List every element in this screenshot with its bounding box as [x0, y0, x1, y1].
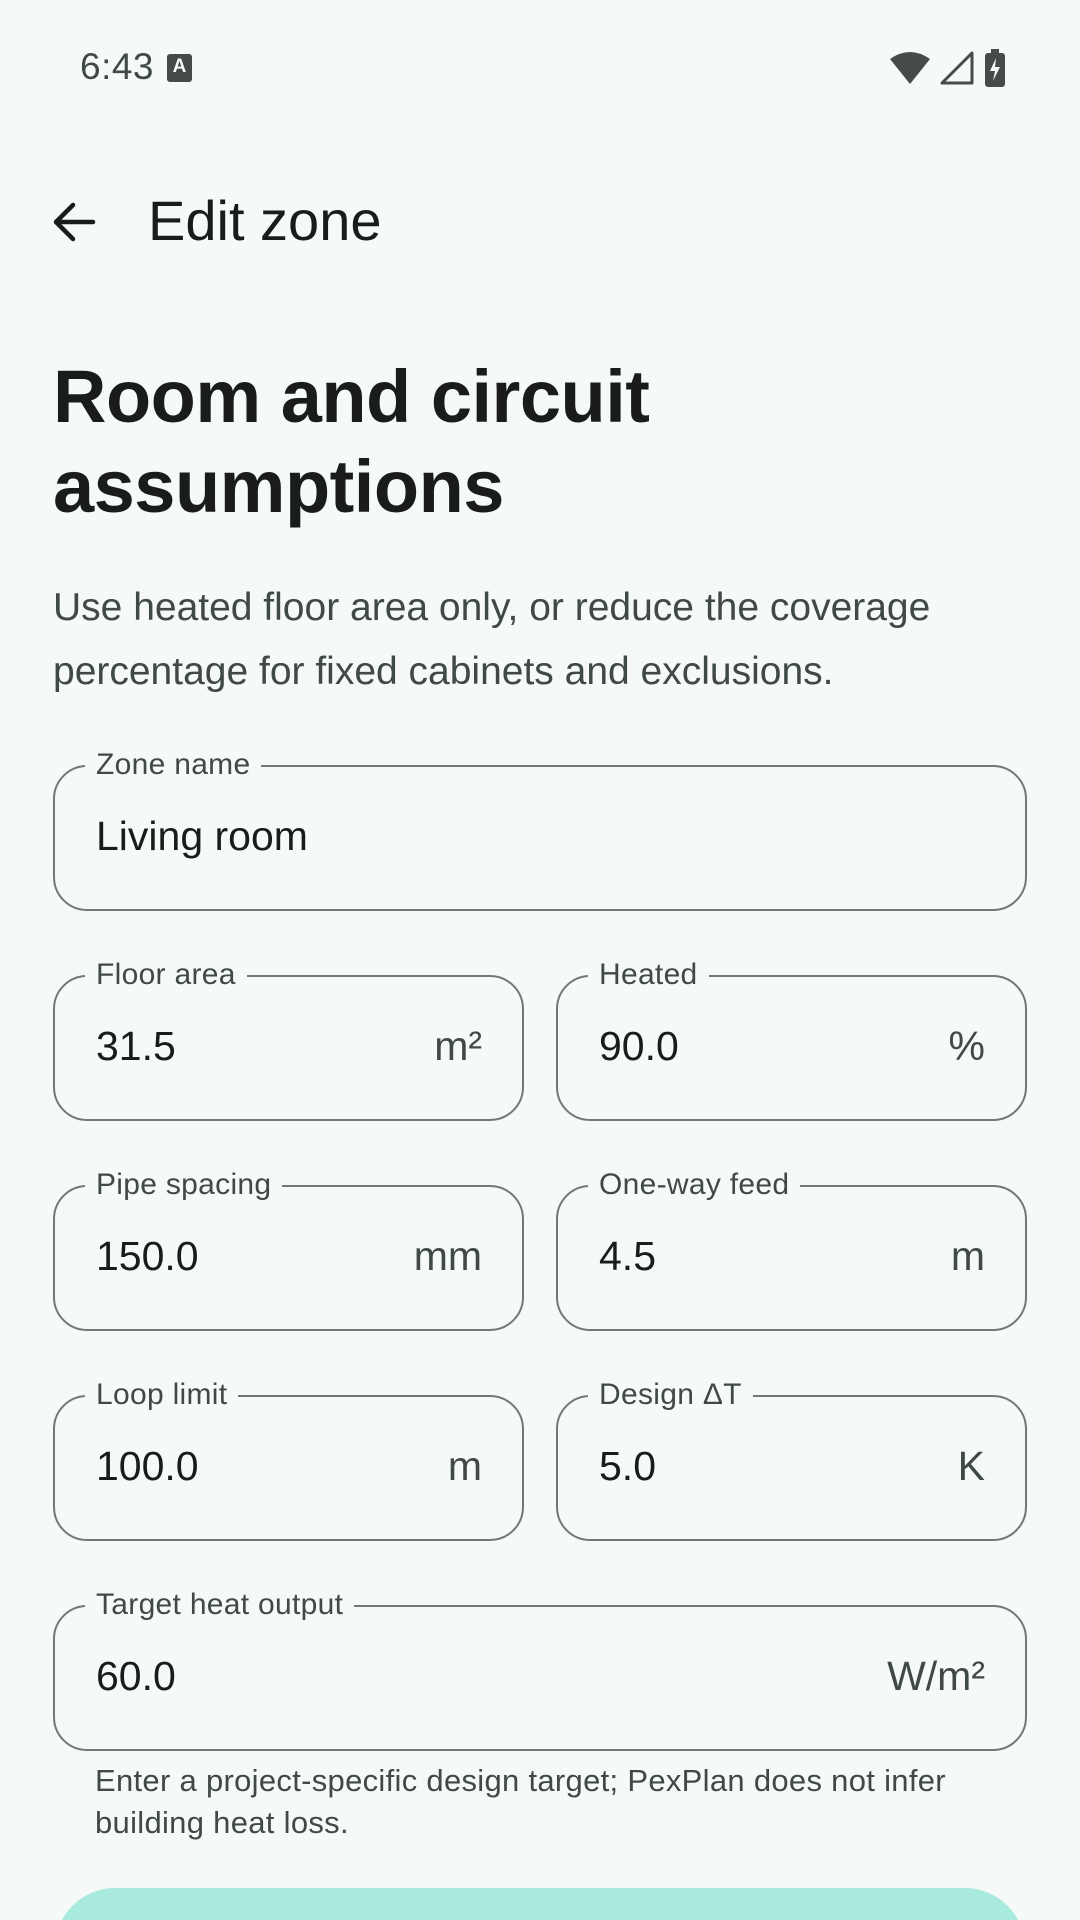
- floor-area-field[interactable]: Floor area 31.5 m²: [53, 955, 524, 1121]
- design-delta-t-field[interactable]: Design ΔT 5.0 K: [556, 1375, 1027, 1541]
- keyboard-indicator-icon: A: [167, 54, 192, 82]
- zone-name-value[interactable]: Living room: [96, 813, 308, 860]
- section-description: Use heated floor area only, or reduce th…: [53, 586, 931, 693]
- wifi-icon: [890, 52, 930, 84]
- design-delta-t-unit: K: [957, 1443, 985, 1489]
- status-bar: 6:43 A: [0, 0, 1080, 136]
- section-heading: Room and circuit assumptions: [53, 355, 650, 528]
- heated-field[interactable]: Heated 90.0 %: [556, 955, 1027, 1121]
- target-heat-output-unit: W/m²: [887, 1653, 985, 1699]
- signal-icon: [940, 51, 974, 85]
- back-button[interactable]: [34, 182, 114, 262]
- loop-limit-label: Loop limit: [85, 1375, 239, 1415]
- battery-charging-icon: [985, 49, 1005, 87]
- zone-name-label: Zone name: [85, 745, 262, 785]
- page-title: Edit zone: [148, 189, 382, 252]
- heated-value[interactable]: 90.0: [599, 1023, 679, 1070]
- one-way-feed-value[interactable]: 4.5: [599, 1233, 656, 1280]
- status-icons: [890, 48, 1006, 88]
- pipe-spacing-field[interactable]: Pipe spacing 150.0 mm: [53, 1165, 524, 1331]
- loop-limit-value[interactable]: 100.0: [96, 1443, 199, 1490]
- one-way-feed-label: One-way feed: [588, 1165, 801, 1205]
- floor-area-value[interactable]: 31.5: [96, 1023, 176, 1070]
- loop-limit-field[interactable]: Loop limit 100.0 m: [53, 1375, 524, 1541]
- target-heat-output-field[interactable]: Target heat output 60.0 W/m²: [53, 1585, 1027, 1751]
- target-heat-output-label: Target heat output: [85, 1585, 355, 1625]
- one-way-feed-unit: m: [950, 1233, 985, 1279]
- floor-area-unit: m²: [434, 1023, 482, 1069]
- pipe-spacing-value[interactable]: 150.0: [96, 1233, 199, 1280]
- pipe-spacing-unit: mm: [413, 1233, 482, 1279]
- target-heat-output-supporting-text: Enter a project-specific design target; …: [95, 1763, 946, 1840]
- heated-unit: %: [948, 1023, 985, 1069]
- heated-label: Heated: [588, 955, 709, 995]
- top-app-bar: Edit zone: [0, 160, 1080, 280]
- pipe-spacing-label: Pipe spacing: [85, 1165, 283, 1205]
- loop-limit-unit: m: [447, 1443, 482, 1489]
- zone-name-field[interactable]: Zone name Living room: [53, 745, 1027, 911]
- design-delta-t-value[interactable]: 5.0: [599, 1443, 656, 1490]
- floor-area-label: Floor area: [85, 955, 247, 995]
- design-delta-t-label: Design ΔT: [588, 1375, 753, 1415]
- primary-action-button[interactable]: [55, 1888, 1025, 1920]
- status-time: 6:43: [80, 46, 155, 87]
- arrow-back-icon: [53, 202, 96, 242]
- target-heat-output-value[interactable]: 60.0: [96, 1653, 176, 1700]
- one-way-feed-field[interactable]: One-way feed 4.5 m: [556, 1165, 1027, 1331]
